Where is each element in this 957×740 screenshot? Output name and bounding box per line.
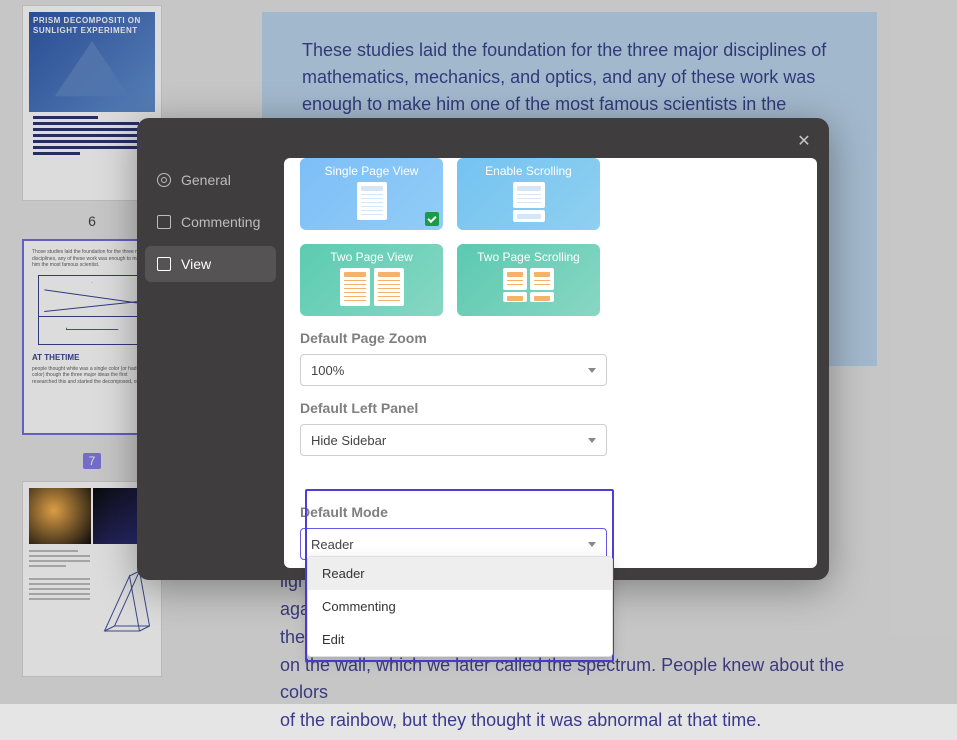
- default-left-panel-select[interactable]: Hide Sidebar: [300, 424, 607, 456]
- view-icon: [157, 257, 171, 271]
- view-card-single-page[interactable]: Single Page View: [300, 158, 443, 230]
- dialog-sidebar: General Commenting View: [137, 118, 284, 580]
- select-value: Hide Sidebar: [311, 433, 386, 448]
- sidebar-item-view[interactable]: View: [145, 246, 276, 282]
- dropdown-option-commenting[interactable]: Commenting: [308, 590, 612, 623]
- close-icon: ✕: [797, 131, 810, 151]
- sidebar-item-label: Commenting: [181, 214, 260, 230]
- sidebar-item-label: View: [181, 256, 211, 272]
- view-card-two-page[interactable]: Two Page View: [300, 244, 443, 316]
- option-label: Reader: [322, 566, 365, 581]
- sidebar-item-commenting[interactable]: Commenting: [145, 204, 276, 240]
- view-card-label: Two Page View: [330, 250, 413, 264]
- check-icon: [425, 212, 439, 226]
- view-card-label: Two Page Scrolling: [477, 250, 580, 264]
- view-card-two-page-scrolling[interactable]: Two Page Scrolling: [457, 244, 600, 316]
- option-label: Commenting: [322, 599, 396, 614]
- select-value: Reader: [311, 537, 354, 552]
- view-card-label: Single Page View: [325, 164, 419, 178]
- view-card-label: Enable Scrolling: [485, 164, 572, 178]
- default-left-panel-label: Default Left Panel: [300, 400, 801, 416]
- select-value: 100%: [311, 363, 344, 378]
- dialog-body: Single Page View Enable Scrolling Two Pa…: [284, 158, 817, 568]
- chevron-down-icon: [588, 368, 596, 373]
- default-zoom-label: Default Page Zoom: [300, 330, 801, 346]
- comment-icon: [157, 215, 171, 229]
- default-mode-label: Default Mode: [300, 504, 607, 520]
- default-mode-dropdown: Reader Commenting Edit: [307, 556, 613, 657]
- dropdown-option-reader[interactable]: Reader: [308, 557, 612, 590]
- view-card-enable-scrolling[interactable]: Enable Scrolling: [457, 158, 600, 230]
- gear-icon: [157, 173, 171, 187]
- preferences-dialog: ✕ General Commenting View Single Page Vi…: [137, 118, 829, 580]
- sidebar-item-label: General: [181, 172, 231, 188]
- chevron-down-icon: [588, 542, 596, 547]
- close-button[interactable]: ✕: [793, 130, 815, 152]
- option-label: Edit: [322, 632, 344, 647]
- page-view-options: Single Page View Enable Scrolling Two Pa…: [300, 158, 801, 316]
- chevron-down-icon: [588, 438, 596, 443]
- default-zoom-select[interactable]: 100%: [300, 354, 607, 386]
- sidebar-item-general[interactable]: General: [145, 162, 276, 198]
- dropdown-option-edit[interactable]: Edit: [308, 623, 612, 656]
